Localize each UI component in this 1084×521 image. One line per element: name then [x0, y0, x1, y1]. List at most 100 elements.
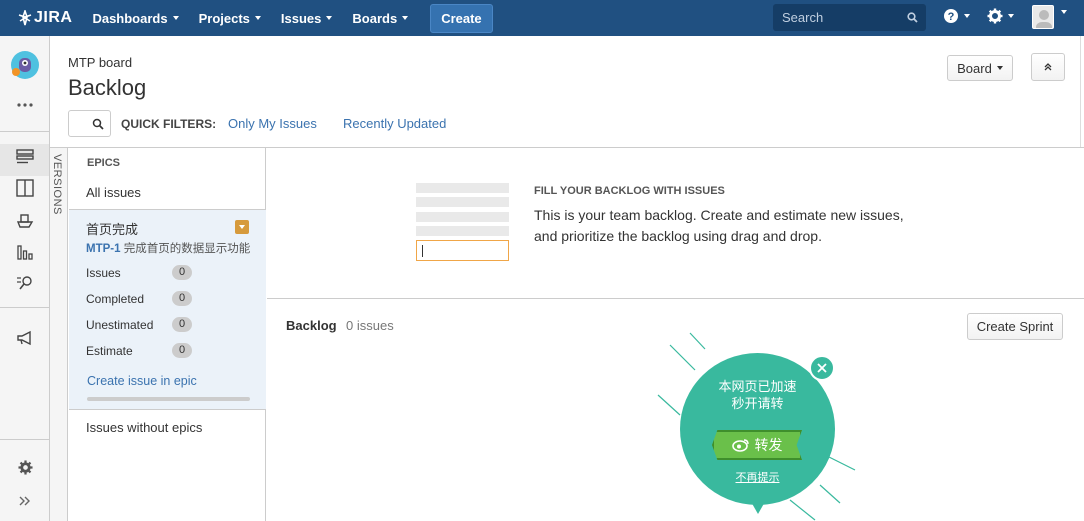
chevron-down-icon — [996, 66, 1003, 70]
jira-logo[interactable]: JIRA — [18, 9, 72, 27]
stat-badge: 0 — [172, 317, 192, 332]
jira-logo-text: JIRA — [34, 9, 73, 26]
search-input[interactable]: Search — [773, 4, 926, 31]
chevron-down-icon — [1061, 10, 1067, 14]
ellipsis-icon — [17, 103, 33, 107]
scrollbar-track[interactable] — [1080, 36, 1081, 147]
epics-title: EPICS — [87, 157, 121, 169]
megaphone-icon — [17, 330, 31, 346]
project-sidebar — [0, 36, 50, 521]
epic-card[interactable]: 首页完成 MTP-1 完成首页的数据显示功能 Issues 0 Complete… — [69, 209, 266, 410]
search-icon — [907, 12, 918, 23]
rail-divider — [0, 307, 49, 308]
active-sprints-icon[interactable] — [16, 179, 34, 197]
announcement-icon[interactable] — [16, 329, 34, 347]
stat-badge: 0 — [172, 265, 192, 280]
stat-badge: 0 — [172, 343, 192, 358]
user-menu-caret[interactable] — [1056, 10, 1067, 14]
double-chevron-right-icon — [19, 496, 30, 506]
stat-label: Issues — [86, 266, 121, 280]
collapse-header-button[interactable] — [1031, 53, 1065, 81]
backlog-list-icon — [16, 149, 34, 164]
empty-state-line: This is your team backlog. Create and es… — [534, 207, 904, 223]
more-icon[interactable] — [16, 96, 34, 114]
board-button-label: Board — [957, 60, 992, 76]
help-icon: ? — [944, 9, 958, 23]
backlog-issue-count: 0 issues — [346, 318, 394, 333]
nav-projects[interactable]: Projects — [199, 11, 261, 26]
nav-dashboards-label: Dashboards — [92, 10, 168, 26]
chevron-down-icon — [1008, 14, 1014, 18]
chevron-down-icon — [239, 225, 245, 229]
project-avatar[interactable] — [10, 50, 40, 80]
create-issue-in-epic-link[interactable]: Create issue in epic — [87, 374, 197, 388]
epic-stat-issues: Issues — [86, 266, 121, 280]
popup-line: 秒开请转 — [731, 396, 784, 411]
filter-only-my-issues[interactable]: Only My Issues — [228, 116, 317, 131]
close-icon — [817, 363, 827, 373]
user-avatar[interactable] — [1032, 5, 1054, 29]
epics-panel: EPICS All issues 首页完成 MTP-1 完成首页的数据显示功能 … — [68, 148, 266, 521]
expand-sidebar-icon[interactable] — [16, 492, 34, 510]
jira-logo-icon — [18, 10, 32, 26]
issues-without-epics-link[interactable]: Issues without epics — [86, 420, 202, 435]
backlog-icon[interactable] — [16, 148, 34, 166]
ship-icon — [16, 214, 34, 228]
popup-tail — [750, 500, 766, 514]
help-menu[interactable]: ? — [943, 8, 970, 24]
stat-label: Completed — [86, 292, 145, 306]
epic-dropdown-button[interactable] — [235, 220, 249, 234]
placeholder-row — [416, 197, 509, 207]
stat-label: Unestimated — [86, 318, 154, 332]
filter-recently-updated[interactable]: Recently Updated — [343, 116, 446, 131]
reports-icon[interactable] — [16, 243, 34, 261]
settings-icon[interactable] — [16, 458, 34, 476]
placeholder-row — [416, 183, 509, 193]
chevron-down-icon — [964, 14, 970, 18]
rail-divider — [0, 439, 49, 440]
search-icon — [92, 118, 104, 130]
project-robot-icon — [11, 51, 39, 79]
popup-line: 本网页已加速 — [718, 379, 797, 394]
epic-stat-unestimated: Unestimated — [86, 318, 153, 332]
settings-menu[interactable] — [987, 8, 1014, 24]
epic-stat-estimate: Estimate — [86, 344, 133, 358]
quick-search-input[interactable] — [68, 110, 111, 137]
epic-summary: MTP-1 完成首页的数据显示功能 — [86, 240, 250, 256]
double-chevron-up-icon — [1044, 63, 1052, 71]
create-sprint-button[interactable]: Create Sprint — [967, 313, 1063, 340]
versions-tab[interactable]: VERSIONS — [50, 148, 68, 521]
epic-summary-text: 完成首页的数据显示功能 — [123, 243, 251, 255]
popup-share-button[interactable]: 转发 — [712, 430, 802, 460]
svg-text:?: ? — [948, 11, 955, 23]
nav-boards-label: Boards — [352, 10, 398, 26]
weibo-icon — [731, 439, 749, 452]
nav-dashboards[interactable]: Dashboards — [92, 10, 179, 26]
placeholder-row — [416, 212, 509, 222]
create-button[interactable]: Create — [430, 3, 493, 33]
versions-tab-label: VERSIONS — [51, 154, 63, 215]
popup-dismiss-link[interactable]: 不再提示 — [680, 469, 835, 485]
epic-key-link[interactable]: MTP-1 — [86, 243, 121, 255]
placeholder-input-illustration — [416, 240, 509, 261]
release-hub-icon[interactable] — [16, 211, 34, 229]
gear-icon — [17, 459, 33, 475]
board-button[interactable]: Board — [947, 55, 1013, 81]
gear-icon — [987, 8, 1003, 24]
all-issues-link[interactable]: All issues — [86, 185, 141, 200]
empty-state-text: This is your team backlog. Create and es… — [534, 205, 924, 247]
chevron-down-icon — [326, 16, 333, 20]
bar-chart-icon — [17, 245, 33, 260]
breadcrumb[interactable]: MTP board — [68, 55, 132, 70]
epic-stat-completed: Completed — [86, 292, 144, 306]
chevron-down-icon — [402, 16, 409, 20]
nav-boards[interactable]: Boards — [352, 10, 409, 26]
board-columns-icon — [16, 179, 34, 197]
stat-badge: 0 — [172, 291, 192, 306]
popup-close-button[interactable] — [809, 355, 835, 381]
stat-label: Estimate — [86, 344, 133, 358]
page-title: Backlog — [68, 75, 147, 100]
issues-search-icon[interactable] — [16, 274, 34, 292]
backlog-divider — [267, 298, 1084, 299]
nav-issues[interactable]: Issues — [281, 11, 333, 26]
